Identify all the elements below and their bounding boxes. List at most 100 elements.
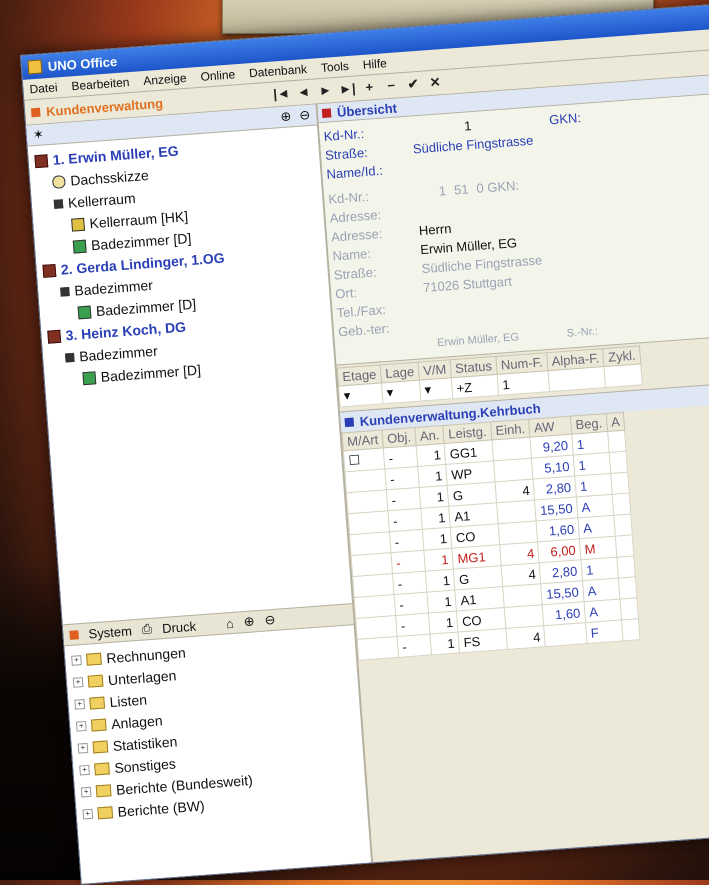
toolbar-button-4[interactable]: +	[358, 79, 381, 97]
cell-an: 1	[423, 548, 454, 572]
kehrbuch-icon	[344, 417, 355, 427]
menu-item-datei[interactable]: Datei	[29, 80, 58, 96]
cell-mart[interactable]	[354, 594, 396, 619]
expand-icon[interactable]: +	[80, 786, 92, 798]
etage-select[interactable]: ▾	[338, 382, 384, 407]
expand-icon[interactable]: +	[71, 655, 82, 666]
zoom-out-icon[interactable]: ⊖	[264, 612, 276, 629]
cell-beg: M	[579, 536, 617, 560]
cell-mart[interactable]	[355, 615, 398, 640]
cell-mart[interactable]	[352, 573, 395, 598]
cell-mart[interactable]	[349, 531, 392, 556]
cell-a	[613, 513, 633, 537]
expand-icon[interactable]: +	[79, 764, 90, 776]
home-icon[interactable]: ⌂	[225, 615, 234, 631]
cell-an: 1	[420, 506, 451, 530]
num-field[interactable]: 1	[497, 370, 550, 396]
folder-icon	[92, 740, 109, 754]
toolbar-button-5[interactable]: −	[380, 77, 403, 95]
lage-select[interactable]: ▾	[381, 380, 421, 404]
print-icon: ⎙	[141, 620, 153, 637]
menu-item-hilfe[interactable]: Hilfe	[362, 56, 387, 72]
cell-a	[618, 576, 638, 600]
status-field[interactable]: +Z	[451, 374, 499, 399]
module-icon	[30, 107, 41, 117]
cell-a	[616, 555, 636, 579]
folder-icon	[89, 696, 106, 710]
cell-an: 1	[417, 464, 448, 488]
customer-icon	[47, 329, 62, 344]
menu-item-tools[interactable]: Tools	[320, 59, 349, 75]
cell-a	[611, 493, 632, 516]
expand-icon[interactable]: +	[82, 808, 94, 820]
expand-icon[interactable]: +	[77, 742, 89, 754]
cell-obj: -	[395, 613, 430, 637]
system-folders: + Rechnungen + Unterlagen + Listen + Anlagen + St…	[64, 625, 367, 830]
zoom-in-icon[interactable]: ⊕	[280, 108, 292, 125]
cell-obj: -	[383, 445, 418, 469]
cell-mart[interactable]	[347, 510, 390, 535]
cell-mart[interactable]	[351, 552, 393, 577]
app-icon	[27, 59, 43, 75]
toolbar-button-2[interactable]: ►	[314, 82, 337, 100]
tab-system[interactable]: System	[88, 623, 132, 641]
folder-icon	[94, 762, 110, 776]
cell-einh	[497, 520, 538, 545]
zoom-in-icon[interactable]: ⊕	[243, 613, 255, 630]
zykl-field[interactable]	[604, 363, 643, 388]
tab-druck[interactable]: Druck	[162, 618, 197, 635]
cell-mart[interactable]	[346, 489, 388, 514]
room-icon	[77, 305, 92, 319]
right-pane: Übersicht Kd-Nr.: 1 GKN: Straße: Südliche F…	[317, 71, 709, 863]
cell-an: 1	[428, 611, 459, 635]
cell-mart[interactable]: ☐	[343, 447, 385, 472]
folder-icon	[97, 806, 114, 820]
expand-icon[interactable]: +	[75, 720, 87, 732]
toolbar-button-1[interactable]: ◄	[292, 84, 315, 102]
toolbar-button-6[interactable]: ✔	[402, 75, 425, 93]
footer-snr: S.-Nr.:	[566, 325, 599, 340]
zoom-out-icon[interactable]: ⊖	[299, 107, 311, 124]
folder-label: Listen	[109, 691, 148, 711]
menu-item-anzeige[interactable]: Anzeige	[143, 71, 187, 88]
cell-einh	[502, 583, 543, 608]
cell-mart[interactable]	[344, 468, 387, 493]
adresse2-field[interactable]: Herrn	[418, 219, 452, 240]
cell-an: 1	[419, 485, 450, 509]
cell-beg: 1	[571, 431, 609, 456]
tree-toggle-icon[interactable]: ✶	[32, 126, 44, 143]
cell-an: 1	[416, 443, 447, 467]
cell-an: 1	[426, 590, 457, 614]
cell-beg: A	[576, 494, 614, 518]
toolbar-button-0[interactable]: |◄	[270, 85, 293, 103]
cell-beg: 1	[574, 473, 612, 497]
menu-item-online[interactable]: Online	[200, 67, 236, 84]
cell-a	[607, 430, 627, 453]
sub-kd-nr: 1	[438, 183, 447, 199]
room-icon	[82, 370, 97, 385]
cell-einh	[491, 437, 532, 461]
alpha-field[interactable]	[547, 366, 606, 392]
folder-icon	[95, 784, 112, 798]
cell-leistg: FS	[458, 628, 508, 653]
customer-tree: 1. Erwin Müller, EG Dachsskizze Kellerraum…	[28, 125, 336, 396]
cell-einh	[493, 458, 534, 482]
expand-icon[interactable]: +	[72, 677, 84, 688]
vm-select[interactable]: ▾	[419, 377, 453, 402]
cell-beg: A	[577, 515, 616, 539]
toolbar-button-7[interactable]: ✕	[424, 74, 447, 92]
cell-obj: -	[397, 634, 432, 658]
cell-mart[interactable]	[357, 636, 399, 661]
cell-a	[608, 451, 629, 474]
cell-obj: -	[391, 550, 426, 574]
cell-a	[621, 618, 641, 641]
customer-icon	[34, 153, 49, 168]
menu-item-bearbeiten[interactable]: Bearbeiten	[71, 75, 130, 93]
toolbar-button-3[interactable]: ►|	[336, 80, 359, 98]
customer-icon	[42, 263, 57, 278]
cell-obj: -	[394, 592, 429, 616]
menu-item-datenbank[interactable]: Datenbank	[249, 62, 308, 80]
roomhk-icon	[71, 217, 86, 232]
cell-an: 1	[422, 527, 453, 551]
expand-icon[interactable]: +	[74, 699, 86, 710]
